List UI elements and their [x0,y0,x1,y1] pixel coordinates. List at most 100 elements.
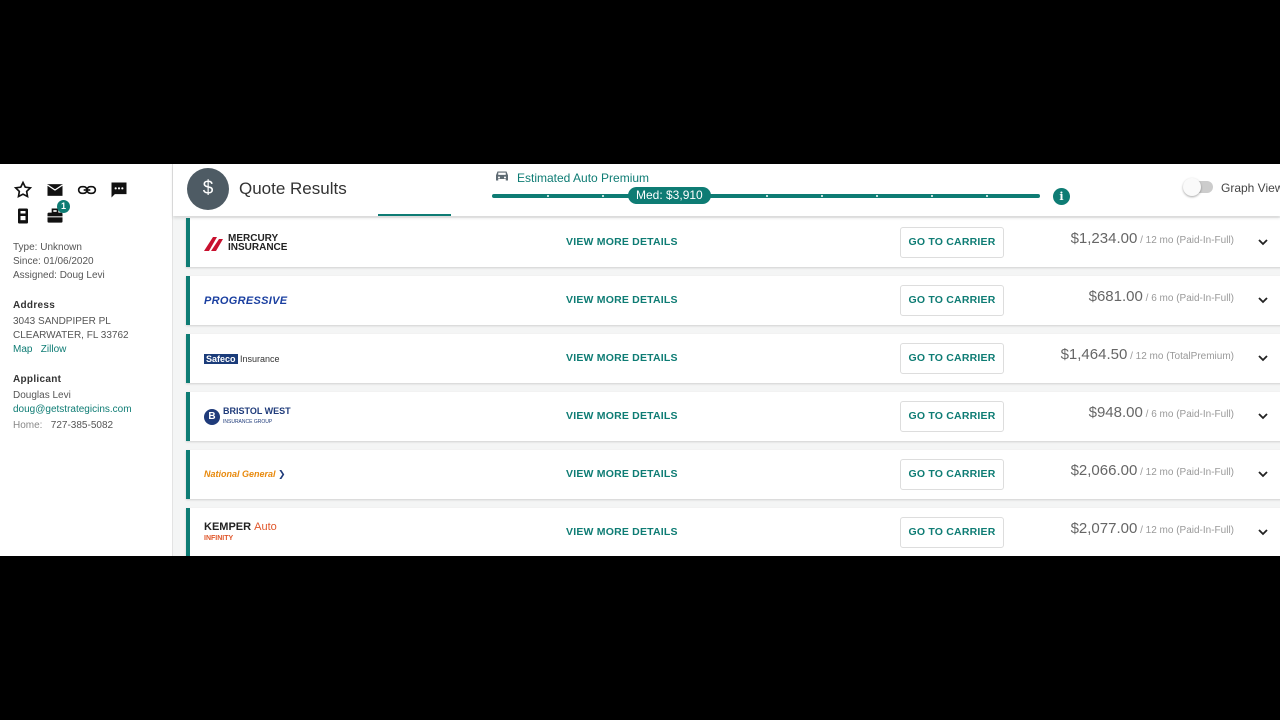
view-details-link[interactable]: VIEW MORE DETAILS [566,468,678,480]
slider-tick [986,195,988,197]
view-details-link[interactable]: VIEW MORE DETAILS [566,294,678,306]
phone-label: Home: [13,420,43,431]
quote-price: $2,077.00 / 12 mo (Paid-In-Full) [1071,520,1234,537]
graph-view-label: Graph View [1221,181,1280,195]
quote-row-safeco: Safeco Insurance VIEW MORE DETAILS GO TO… [186,334,1280,383]
address-title: Address [13,300,56,311]
contact-assigned: Assigned: Doug Levi [13,270,105,281]
price-amount: $948.00 [1088,404,1143,421]
view-details-link[interactable]: VIEW MORE DETAILS [566,352,678,364]
applicant-email[interactable]: doug@getstrategicins.com [13,403,132,417]
mercury-logo-line2: INSURANCE [228,241,288,253]
safeco-logo-insurance: Insurance [240,353,280,364]
go-to-carrier-button[interactable]: GO TO CARRIER [900,343,1004,374]
kemper-logo-infinity: INFINITY [204,534,234,542]
kemper-logo-word: KEMPER [204,520,252,533]
national-general-logo: National General ❯ [204,469,286,479]
progressive-logo-text: PROGRESSIVE [204,294,288,307]
quote-row-mercury: MERCURY INSURANCE VIEW MORE DETAILS GO TO… [186,218,1280,267]
bristol-logo-line1: BRISTOL WEST [223,405,291,416]
chevron-down-icon[interactable] [1256,467,1270,481]
message-icon[interactable] [109,180,129,200]
slider-tick [821,195,823,197]
price-amount: $2,077.00 [1070,520,1138,537]
quote-row-kemper: KEMPER Auto INFINITY VIEW MORE DETAILS GO… [186,508,1280,556]
quote-price: $2,066.00 / 12 mo (Paid-In-Full) [1071,462,1234,479]
chevron-down-icon[interactable] [1256,409,1270,423]
slider-tick [876,195,878,197]
price-term: / 12 mo (Paid-In-Full) [1137,235,1234,246]
quote-price: $948.00 / 6 mo (Paid-In-Full) [1089,404,1234,421]
progressive-logo: PROGRESSIVE [204,276,294,325]
link-icon[interactable] [77,180,97,200]
price-term: / 12 mo (Paid-In-Full) [1137,525,1234,536]
chevron-down-icon[interactable] [1256,525,1270,539]
quote-price: $1,234.00 / 12 mo (Paid-In-Full) [1071,230,1234,247]
premium-range-slider [492,194,1040,198]
toggle-knob [1183,178,1201,196]
graph-view-toggle[interactable] [1183,178,1213,196]
slider-tick [547,195,549,197]
go-to-carrier-button[interactable]: GO TO CARRIER [900,401,1004,432]
price-term: / 12 mo (TotalPremium) [1127,351,1234,362]
kemper-logo-auto: Auto [254,520,277,533]
app-window: 1 Type: Unknown Since: 01/06/2020 Assign… [0,164,1280,556]
action-icons-row [13,180,129,200]
chevron-down-icon[interactable] [1256,235,1270,249]
view-details-link[interactable]: VIEW MORE DETAILS [566,526,678,538]
go-to-carrier-button[interactable]: GO TO CARRIER [900,517,1004,548]
applicant-section: Applicant Douglas Levi doug@getstrategic… [13,373,132,433]
car-icon [493,168,511,187]
chevron-down-icon[interactable] [1256,293,1270,307]
price-amount: $681.00 [1088,288,1143,305]
bristol-logo-line2: INSURANCE GROUP [223,418,273,425]
action-icons-row-2: 1 [13,200,70,226]
safeco-logo: Safeco Insurance [204,334,294,383]
applicant-title: Applicant [13,374,62,385]
price-term: / 12 mo (Paid-In-Full) [1137,467,1234,478]
star-icon[interactable] [13,180,33,200]
kemper-logo: KEMPER Auto INFINITY [204,508,294,556]
quote-row-bristol-west: B BRISTOL WEST INSURANCE GROUP VIEW MORE … [186,392,1280,441]
mercury-logo: MERCURY INSURANCE [204,218,294,267]
go-to-carrier-button[interactable]: GO TO CARRIER [900,285,1004,316]
map-link[interactable]: Map [13,344,32,355]
go-to-carrier-button[interactable]: GO TO CARRIER [900,227,1004,258]
info-icon[interactable]: i [1053,188,1070,205]
go-to-carrier-button[interactable]: GO TO CARRIER [900,459,1004,490]
contact-meta: Type: Unknown Since: 01/06/2020 Assigned… [13,241,105,283]
slider-tick [931,195,933,197]
view-details-link[interactable]: VIEW MORE DETAILS [566,236,678,248]
view-details-link[interactable]: VIEW MORE DETAILS [566,410,678,422]
email-icon[interactable] [45,180,65,200]
price-amount: $1,464.50 [1060,346,1128,363]
phone-doc-icon[interactable] [13,206,33,226]
quote-row-national-general: National General ❯ VIEW MORE DETAILS GO … [186,450,1280,499]
slider-tick [766,195,768,197]
phone-number[interactable]: 727-385-5082 [51,420,113,431]
slider-tick [602,195,604,197]
estimated-premium-text: Estimated Auto Premium [517,170,650,185]
address-line1: 3043 SANDPIPER PL [13,316,111,327]
quote-row-progressive: PROGRESSIVE VIEW MORE DETAILS GO TO CARR… [186,276,1280,325]
contact-type: Type: Unknown [13,242,82,253]
bristol-west-emblem: B [204,408,220,425]
briefcase-badge: 1 [57,200,70,213]
price-term: / 6 mo (Paid-In-Full) [1142,409,1234,420]
price-term: / 6 mo (Paid-In-Full) [1142,293,1234,304]
contact-sidebar: 1 Type: Unknown Since: 01/06/2020 Assign… [0,164,173,556]
address-line2: CLEARWATER, FL 33762 [13,330,129,341]
estimated-premium-label: Estimated Auto Premium [493,168,649,187]
contact-since: Since: 01/06/2020 [13,256,94,267]
dollar-icon: $ [187,168,229,210]
quote-price: $1,464.50 / 12 mo (TotalPremium) [1061,346,1234,363]
price-amount: $1,234.00 [1070,230,1138,247]
safeco-logo-word: Safeco [204,353,238,364]
page-title: Quote Results [239,179,347,198]
median-premium-badge: Med: $3,910 [628,187,711,204]
applicant-name: Douglas Levi [13,390,71,401]
chevron-down-icon[interactable] [1256,351,1270,365]
zillow-link[interactable]: Zillow [41,344,67,355]
price-amount: $2,066.00 [1070,462,1138,479]
briefcase-icon[interactable]: 1 [45,200,70,226]
